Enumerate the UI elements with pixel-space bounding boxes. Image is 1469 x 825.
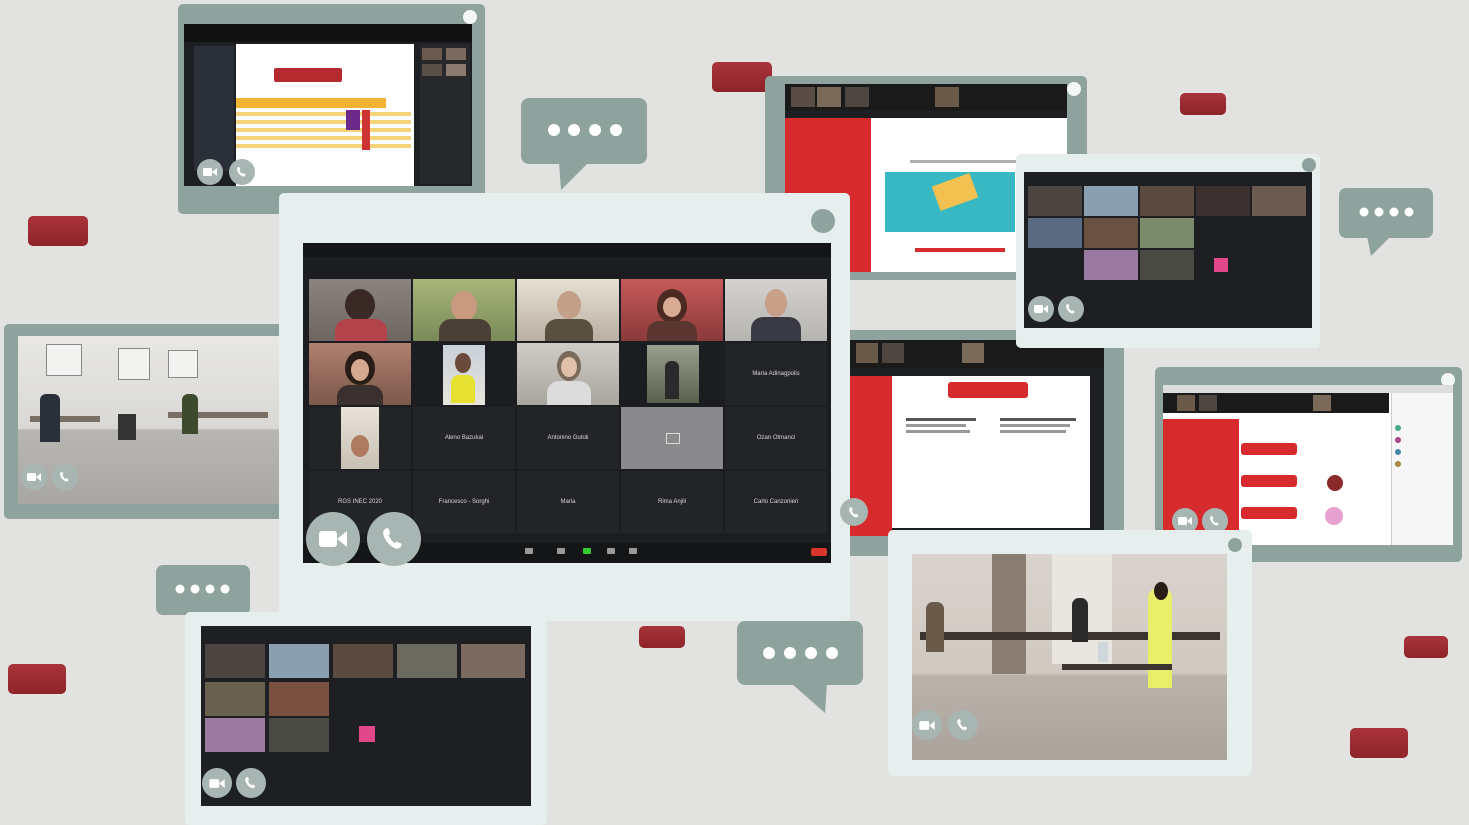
video-tile[interactable]: Aleno Bazukai — [413, 407, 515, 469]
decor-pill — [1350, 728, 1408, 758]
video-tile[interactable] — [413, 343, 515, 405]
decor-pill — [28, 216, 88, 246]
screen-share-icon — [666, 433, 680, 444]
video-tile[interactable] — [309, 343, 411, 405]
decor-pill — [639, 626, 685, 648]
participant-name: Antonino Gutoli — [547, 435, 589, 441]
decor-pill — [8, 664, 66, 694]
participant-name: Maria — [560, 499, 576, 505]
video-tile[interactable] — [309, 407, 411, 469]
video-camera-button[interactable] — [306, 512, 360, 566]
participant-name: Rima Anjili — [657, 499, 686, 505]
phone-call-button[interactable] — [52, 464, 78, 490]
toolbar-item[interactable] — [583, 548, 591, 554]
phone-call-button[interactable] — [1058, 296, 1084, 322]
video-camera-button[interactable] — [197, 159, 223, 185]
screenshot-slide — [850, 340, 1104, 536]
chat-bubble-icon — [521, 98, 647, 190]
decor-pill — [712, 62, 772, 92]
video-camera-button[interactable] — [202, 768, 232, 798]
window-titlebar — [303, 243, 831, 257]
video-tile[interactable] — [621, 407, 723, 469]
participant-name: Aleno Bazukai — [444, 435, 484, 441]
video-tile[interactable]: Francesco - Sorghi — [413, 471, 515, 533]
video-tile[interactable]: Ozan Otmanci — [725, 407, 827, 469]
video-tile[interactable] — [621, 279, 723, 341]
frame-dot — [463, 10, 477, 24]
video-tile[interactable]: Antonino Gutoli — [517, 407, 619, 469]
video-tile[interactable] — [725, 279, 827, 341]
video-tile[interactable] — [517, 343, 619, 405]
participant-name: Ozan Otmanci — [756, 435, 796, 441]
participant-name: RGS INEC 2020 — [337, 499, 383, 505]
video-tile[interactable]: Carlo Canzonieri — [725, 471, 827, 533]
phone-call-button[interactable] — [840, 498, 868, 526]
video-tile[interactable] — [413, 279, 515, 341]
chat-bubble-icon — [1339, 188, 1433, 256]
toolbar-item[interactable] — [557, 548, 565, 554]
screen-frame — [185, 612, 547, 825]
leave-button[interactable] — [811, 548, 827, 556]
phone-call-button[interactable] — [948, 710, 978, 740]
photo-frame — [888, 530, 1252, 776]
frame-dot — [1067, 82, 1081, 96]
phone-call-button[interactable] — [236, 768, 266, 798]
toolbar-item[interactable] — [607, 548, 615, 554]
video-tile[interactable]: Rima Anjili — [621, 471, 723, 533]
video-tile[interactable] — [309, 279, 411, 341]
video-camera-button[interactable] — [1028, 296, 1054, 322]
video-camera-button[interactable] — [912, 710, 942, 740]
participant-name: Francesco - Sorghi — [438, 499, 490, 505]
phone-call-button[interactable] — [367, 512, 421, 566]
decor-pill — [1404, 636, 1448, 658]
phone-call-button[interactable] — [229, 159, 255, 185]
video-tile[interactable] — [621, 343, 723, 405]
frame-dot — [1228, 538, 1242, 552]
participant-name: Carlo Canzonieri — [753, 499, 799, 505]
screenshot-spreadsheet — [184, 24, 472, 186]
screen-frame — [178, 4, 485, 214]
main-call-frame: Maria Adinagpolis Aleno Bazukai Antonino… — [279, 193, 850, 621]
video-tile[interactable]: Maria — [517, 471, 619, 533]
video-tile[interactable] — [517, 279, 619, 341]
screen-frame — [838, 330, 1124, 556]
frame-dot — [1302, 158, 1316, 172]
toolbar-item[interactable] — [525, 548, 533, 554]
chat-bubble-icon — [737, 621, 863, 713]
screen-frame — [1016, 154, 1320, 348]
photo-frame — [4, 324, 286, 519]
participant-name: Maria Adinagpolis — [752, 371, 800, 377]
video-camera-button[interactable] — [21, 464, 47, 490]
decor-pill — [1180, 93, 1226, 115]
video-tile[interactable]: Maria Adinagpolis — [725, 343, 827, 405]
frame-dot — [811, 209, 835, 233]
toolbar-item[interactable] — [629, 548, 637, 554]
